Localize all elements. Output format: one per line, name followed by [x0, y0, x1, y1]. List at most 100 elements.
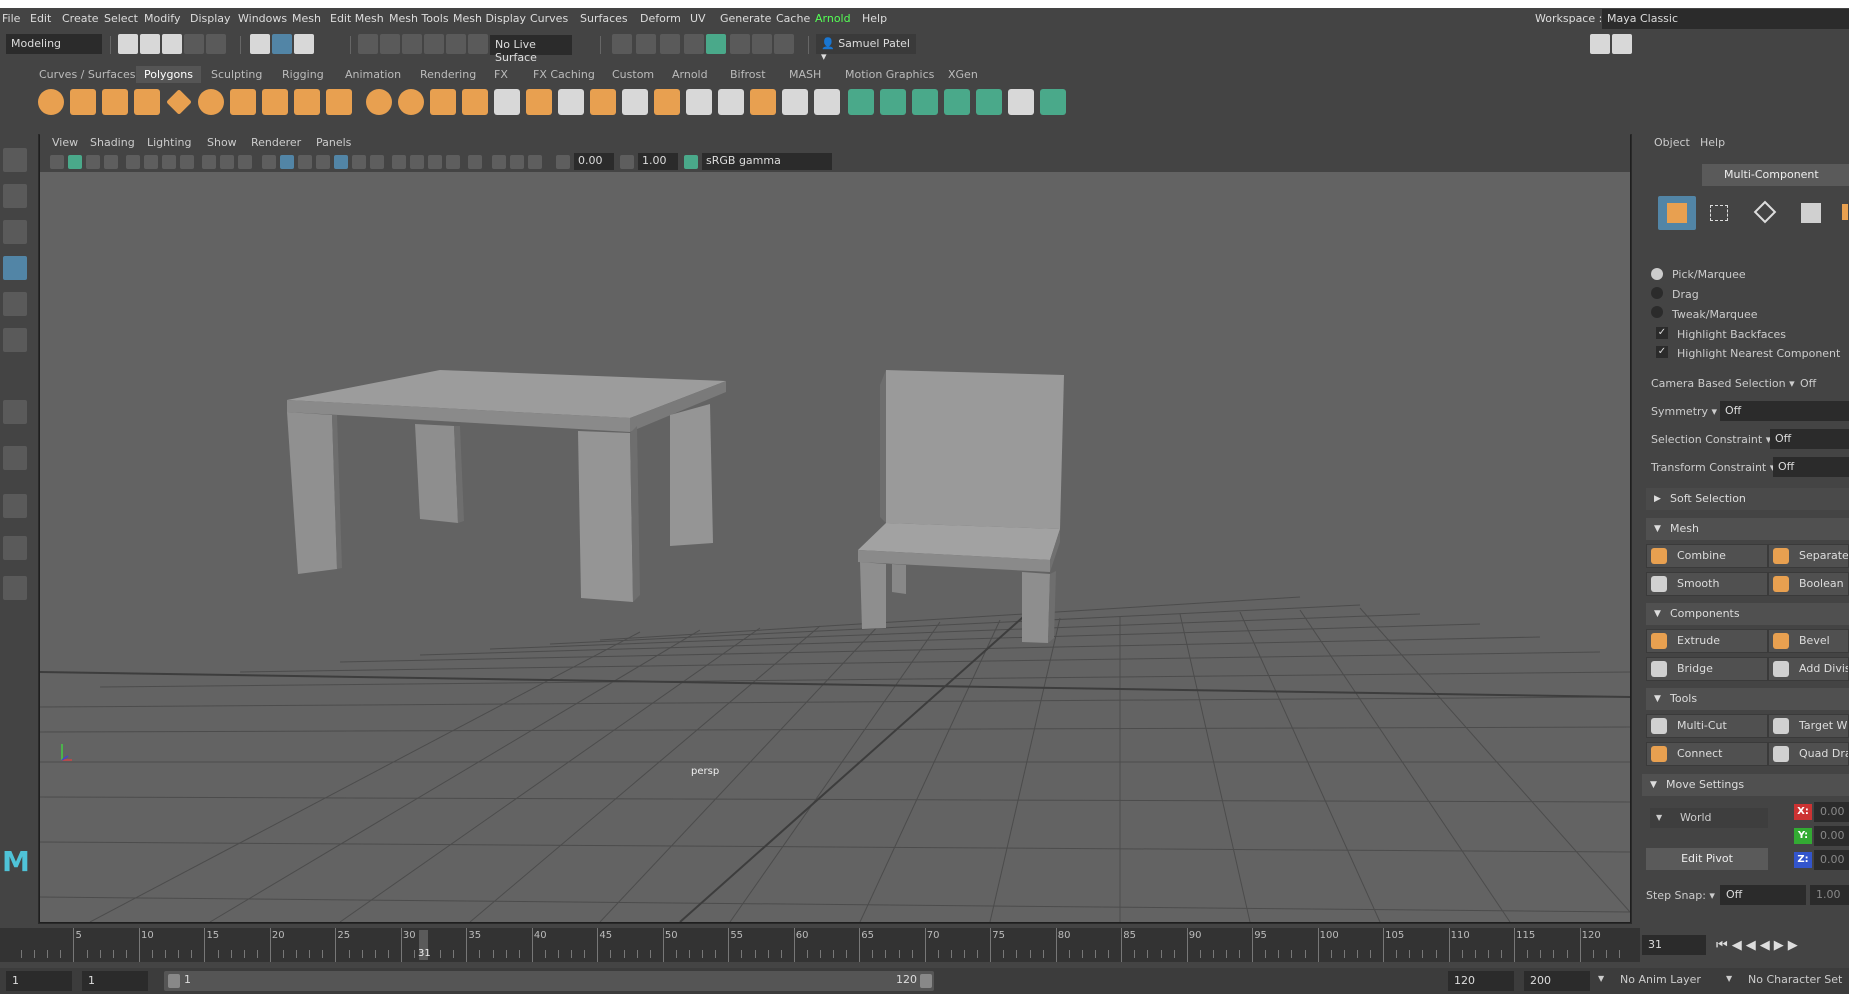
chair-mesh[interactable] — [858, 370, 1064, 643]
menu-select[interactable]: Select — [104, 12, 138, 25]
selection-constraint-dropdown[interactable]: Off — [1770, 429, 1849, 449]
center-pivot-icon[interactable] — [814, 89, 840, 115]
step-snap-label[interactable]: Step Snap: ▾ — [1646, 889, 1715, 902]
menu-surfaces[interactable]: Surfaces — [580, 12, 628, 25]
menu-modify[interactable]: Modify — [144, 12, 180, 25]
hypershade-icon[interactable] — [706, 34, 726, 54]
combine-shelf-icon[interactable] — [366, 89, 392, 115]
animation-end-field[interactable]: 200 — [1524, 971, 1590, 991]
menu-edit[interactable]: Edit — [30, 12, 51, 25]
step-back-frame-icon[interactable]: ◀ — [1746, 938, 1760, 953]
combine-button[interactable]: Combine — [1646, 544, 1768, 568]
snap-live-icon[interactable] — [468, 34, 488, 54]
current-frame-field[interactable]: 31 — [1642, 935, 1706, 955]
axis-orientation-dropdown[interactable]: ▼ World — [1650, 808, 1768, 828]
fill-hole-icon[interactable] — [750, 89, 776, 115]
move-tool-icon[interactable] — [3, 256, 27, 280]
anim-layer-dropdown[interactable]: No Anim Layer — [1620, 973, 1701, 986]
tab-sculpting[interactable]: Sculpting — [211, 68, 262, 81]
grid-toggle-icon[interactable] — [126, 155, 140, 169]
rotate-tool-icon[interactable] — [3, 292, 27, 316]
smooth-shade-icon[interactable] — [280, 155, 294, 169]
color-management-icon[interactable] — [684, 155, 698, 169]
components-section-header[interactable]: ▼ Components — [1646, 603, 1849, 625]
reduce-icon[interactable] — [494, 89, 520, 115]
multi-cut-shelf-icon[interactable] — [558, 89, 584, 115]
xray-icon[interactable] — [492, 155, 506, 169]
workspace-dropdown[interactable]: Maya Classic — [1602, 9, 1849, 29]
symmetry-dropdown[interactable]: Off — [1720, 401, 1849, 421]
highlight-nearest-checkbox[interactable]: ✓ — [1656, 346, 1668, 358]
film-gate-icon[interactable] — [144, 155, 158, 169]
soft-selection-header[interactable]: ▶ Soft Selection — [1646, 488, 1849, 510]
select-tool-icon[interactable] — [3, 148, 27, 172]
extract-icon[interactable] — [430, 89, 456, 115]
table-mesh[interactable] — [287, 370, 726, 602]
single-perspective-layout-icon[interactable] — [3, 446, 27, 470]
face-mode-icon[interactable] — [1792, 196, 1830, 230]
snap-curve-icon[interactable] — [380, 34, 400, 54]
bridge-shelf-icon[interactable] — [622, 89, 648, 115]
animation-start-field[interactable]: 1 — [6, 971, 72, 991]
viewport-menu-panels[interactable]: Panels — [316, 136, 351, 149]
four-view-layout-icon[interactable] — [3, 494, 27, 518]
new-scene-icon[interactable] — [118, 34, 138, 54]
drag-radio[interactable] — [1651, 287, 1663, 299]
select-by-object-icon[interactable] — [272, 34, 292, 54]
tab-arnold[interactable]: Arnold — [672, 68, 708, 81]
light-editor-icon[interactable] — [752, 34, 772, 54]
wireframe-on-shaded-icon[interactable] — [316, 155, 330, 169]
separate-button[interactable]: Separate — [1768, 544, 1849, 568]
menu-file[interactable]: File — [2, 12, 20, 25]
resolution-gate-icon[interactable] — [162, 155, 176, 169]
viewport-menu-renderer[interactable]: Renderer — [251, 136, 301, 149]
exposure-field[interactable]: 0.00 — [574, 153, 614, 170]
snap-plane-icon[interactable] — [424, 34, 444, 54]
camera-attributes-icon[interactable] — [68, 155, 82, 169]
gate-mask-icon[interactable] — [180, 155, 194, 169]
connect-button[interactable]: Connect — [1646, 742, 1768, 766]
uv-editor-icon[interactable] — [1008, 89, 1034, 115]
object-mode-icon[interactable] — [1658, 196, 1696, 230]
menu-deform[interactable]: Deform — [640, 12, 681, 25]
poly-cylinder-icon[interactable] — [102, 89, 128, 115]
bridge-button[interactable]: Bridge — [1646, 657, 1768, 681]
uv-cylindrical-icon[interactable] — [912, 89, 938, 115]
colorspace-dropdown[interactable]: sRGB gamma — [702, 153, 832, 170]
character-set-dropdown[interactable]: No Character Set — [1748, 973, 1842, 986]
user-account-dropdown[interactable]: 👤 Samuel Patel ▾ — [816, 34, 916, 63]
range-slider[interactable]: 1 120 — [164, 971, 934, 991]
range-start-handle[interactable] — [168, 974, 180, 988]
exposure-icon[interactable] — [556, 155, 570, 169]
scale-tool-icon[interactable] — [3, 328, 27, 352]
anti-aliasing-icon[interactable] — [428, 155, 442, 169]
uv-unfold-icon[interactable] — [976, 89, 1002, 115]
poly-plane-icon[interactable] — [166, 89, 192, 115]
step-forward-icon[interactable]: ▶ — [1788, 938, 1802, 953]
step-snap-dropdown[interactable]: Off — [1720, 885, 1806, 905]
mirror-icon[interactable] — [526, 89, 552, 115]
menu-display[interactable]: Display — [190, 12, 231, 25]
vertex-mode-icon[interactable] — [1700, 196, 1738, 230]
undo-icon[interactable] — [184, 34, 204, 54]
svg-icon[interactable] — [326, 89, 352, 115]
show-manipulator-icon[interactable] — [3, 400, 27, 424]
live-surface-field[interactable]: No Live Surface — [490, 35, 572, 64]
render-setup-icon[interactable] — [730, 34, 750, 54]
xray-joints-icon[interactable] — [510, 155, 524, 169]
two-view-layout-icon[interactable] — [3, 536, 27, 560]
motion-blur-icon[interactable] — [410, 155, 424, 169]
lasso-tool-icon[interactable] — [3, 184, 27, 208]
selection-constraint-label[interactable]: Selection Constraint ▾ — [1651, 433, 1771, 446]
tab-xgen[interactable]: XGen — [948, 68, 978, 81]
menu-arnold[interactable]: Arnold — [815, 12, 851, 25]
menu-edit-mesh[interactable]: Edit Mesh — [330, 12, 384, 25]
viewport-menu-show[interactable]: Show — [207, 136, 237, 149]
poly-cube-icon[interactable] — [70, 89, 96, 115]
screen-space-ao-icon[interactable] — [392, 155, 406, 169]
menu-create[interactable]: Create — [62, 12, 99, 25]
edge-mode-icon[interactable] — [1746, 196, 1784, 230]
pick-marquee-radio[interactable] — [1651, 268, 1663, 280]
tab-motion-graphics[interactable]: Motion Graphics — [845, 68, 934, 81]
menu-mesh[interactable]: Mesh — [292, 12, 321, 25]
